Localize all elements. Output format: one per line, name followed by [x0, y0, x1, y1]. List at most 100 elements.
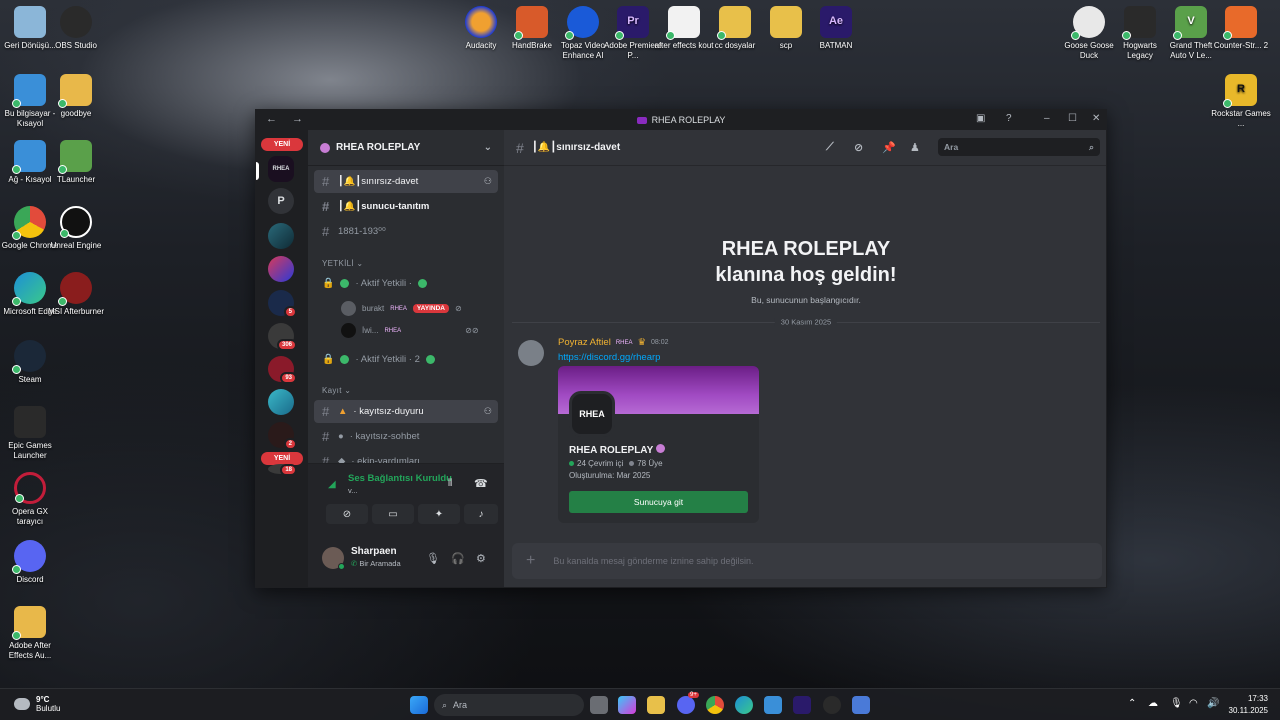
server-icon[interactable]: [268, 389, 294, 415]
active-pill: [256, 162, 259, 180]
member-list-icon[interactable]: ♟: [910, 141, 920, 154]
desktop-icon[interactable]: Counter-Str... 2: [1211, 6, 1271, 51]
user-panel: Sharpaen ✆ Bir Aramada 🎙 🎧 ⚙: [308, 531, 504, 587]
notification-badge: 9+: [688, 692, 699, 698]
desktop-icon[interactable]: goodbye: [46, 74, 106, 119]
settings-gear-icon[interactable]: ⚙: [476, 552, 486, 565]
server-icon-rhea[interactable]: RHEA: [268, 156, 294, 182]
channel-sinirsiz-davet[interactable]: # ┃🔔┃sınırsız-davet ⚇: [314, 170, 498, 193]
search-input[interactable]: Ara ⌕: [938, 138, 1100, 156]
task-view-icon[interactable]: [590, 696, 608, 714]
add-member-icon[interactable]: ⚇: [484, 406, 492, 417]
server-icon[interactable]: [268, 256, 294, 282]
clock[interactable]: 17:33 30.11.2025: [1229, 693, 1268, 717]
edge-icon[interactable]: [735, 696, 753, 714]
add-member-icon[interactable]: ⚇: [484, 176, 492, 187]
desktop-icon[interactable]: Ae BATMAN: [806, 6, 866, 51]
voice-channel-aktif-yetkili-2[interactable]: 🔒 · Aktif Yetkili · 2: [314, 348, 498, 371]
desktop-icon[interactable]: TLauncher: [46, 140, 106, 185]
windows-start-icon[interactable]: [410, 696, 428, 714]
headphones-icon[interactable]: 🎧: [451, 552, 465, 565]
category-yetkili[interactable]: YETKİLİ ⌄: [322, 259, 363, 268]
obs-icon[interactable]: [823, 696, 841, 714]
close-icon[interactable]: ✕: [1092, 113, 1100, 124]
desktop-icon[interactable]: R Rockstar Games ...: [1211, 74, 1271, 128]
go-to-server-button[interactable]: Sunucuya git: [569, 491, 748, 513]
camera-button[interactable]: ⊘: [326, 504, 368, 524]
document-icon: [666, 6, 700, 40]
voice-user[interactable]: burakt RHEA YAYINDA ⊘: [341, 301, 462, 316]
server-icon[interactable]: 5: [268, 290, 297, 318]
threads-icon[interactable]: ⟋: [826, 141, 834, 154]
desktop-icon[interactable]: Adobe After Effects Au...: [0, 606, 60, 660]
copilot-icon[interactable]: [618, 696, 636, 714]
mention-badge: 306: [276, 339, 297, 351]
server-icon[interactable]: 18: [268, 464, 297, 476]
folder-icon: [770, 6, 802, 38]
category-kayit[interactable]: Kayıt ⌄: [322, 386, 351, 395]
voice-status[interactable]: Ses Bağlantısı Kuruldu: [348, 473, 452, 484]
voice-channel-name[interactable]: v...: [348, 486, 357, 495]
server-icon-p[interactable]: P: [268, 188, 294, 214]
rhea-tag: RHEA: [384, 327, 402, 334]
activities-button[interactable]: ✦: [418, 504, 460, 524]
microphone-icon[interactable]: 🎙: [1170, 698, 1183, 709]
voice-channel-aktif-yetkili[interactable]: 🔒 · Aktif Yetkili ·: [314, 272, 498, 295]
taskbar-search[interactable]: ⌕ Ara: [434, 694, 584, 716]
after-effects-icon[interactable]: [793, 696, 811, 714]
inbox-icon[interactable]: ▣: [976, 113, 985, 124]
maximize-icon[interactable]: ☐: [1068, 113, 1077, 124]
voice-user[interactable]: İwi... RHEA ⊘⊘: [341, 323, 479, 338]
channel-1881[interactable]: # 1881-193⁰⁰: [314, 220, 498, 243]
help-icon[interactable]: ?: [1006, 113, 1012, 124]
cloud-icon[interactable]: ☁: [1148, 698, 1158, 709]
volume-icon[interactable]: 🔊: [1207, 698, 1219, 709]
hash-icon: #: [322, 429, 330, 444]
desktop-icon[interactable]: MSI Afterburner: [46, 272, 106, 317]
chrome-icon[interactable]: [706, 696, 724, 714]
desktop-icon[interactable]: Steam: [0, 340, 60, 385]
server-icon[interactable]: 93: [268, 356, 297, 384]
wifi-icon[interactable]: ◠: [1189, 698, 1198, 709]
obs-icon: [60, 6, 92, 38]
desktop-icon[interactable]: Discord: [0, 540, 60, 585]
disconnect-icon[interactable]: ☎: [474, 477, 488, 490]
date-divider: 30 Kasım 2025: [512, 317, 1100, 327]
server-icon[interactable]: 2: [268, 422, 297, 450]
channel-sidebar: RHEA ROLEPLAY ⌄ # ┃🔔┃sınırsız-davet ⚇ # …: [308, 130, 504, 587]
server-icon[interactable]: [268, 223, 294, 249]
pin-icon[interactable]: 📌: [882, 141, 896, 154]
tlauncher-icon: [58, 140, 92, 174]
desktop-icon[interactable]: Unreal Engine: [46, 206, 106, 251]
computer-icon: [12, 74, 46, 108]
desktop-icon[interactable]: OBS Studio: [46, 6, 106, 51]
noise-suppression-icon[interactable]: ⫴: [448, 478, 452, 489]
minimize-icon[interactable]: –: [1044, 113, 1050, 124]
chevron-up-icon[interactable]: ⌃: [1128, 698, 1136, 709]
file-explorer-icon[interactable]: [647, 696, 665, 714]
avatar[interactable]: [518, 340, 544, 366]
crown-icon: ♛: [637, 337, 647, 348]
channel-sunucu-tanitim[interactable]: # ┃🔔┃sunucu-tanıtım: [314, 195, 498, 218]
microphone-icon[interactable]: 🎙: [426, 552, 440, 565]
username[interactable]: Sharpaen: [351, 546, 397, 557]
weather-widget[interactable]: 9°C Bulutlu: [14, 695, 60, 713]
server-header[interactable]: RHEA ROLEPLAY ⌄: [308, 130, 504, 166]
channel-kayitsiz-duyuru[interactable]: # ▲ · kayıtsız-duyuru ⚇: [314, 400, 498, 423]
app-icon[interactable]: [852, 696, 870, 714]
invite-link[interactable]: https://discord.gg/rhearp: [558, 352, 660, 363]
message-author: Poyraz Aftiel RHEA ♛ 08:02: [558, 337, 669, 348]
channel-kayitsiz-sohbet[interactable]: # ● · kayıtsız-sohbet: [314, 425, 498, 448]
screen-share-button[interactable]: ▭: [372, 504, 414, 524]
server-icon[interactable]: 306: [268, 323, 297, 351]
store-icon[interactable]: [764, 696, 782, 714]
soundboard-button[interactable]: ♪: [464, 504, 498, 524]
discord-window: ← → RHEA ROLEPLAY ▣ ? – ☐ ✕ YENİ RHEA P …: [255, 109, 1107, 588]
discord-icon[interactable]: [677, 696, 695, 714]
plus-icon[interactable]: +: [526, 552, 535, 570]
desktop-icon[interactable]: Epic Games Launcher: [0, 406, 60, 460]
notification-bell-icon[interactable]: ⊘: [854, 141, 863, 154]
message-composer[interactable]: + Bu kanalda mesaj gönderme iznine sahip…: [512, 543, 1102, 579]
desktop-icon[interactable]: Opera GX tarayıcı: [0, 472, 60, 526]
muted-icon: ⊘: [454, 304, 462, 313]
